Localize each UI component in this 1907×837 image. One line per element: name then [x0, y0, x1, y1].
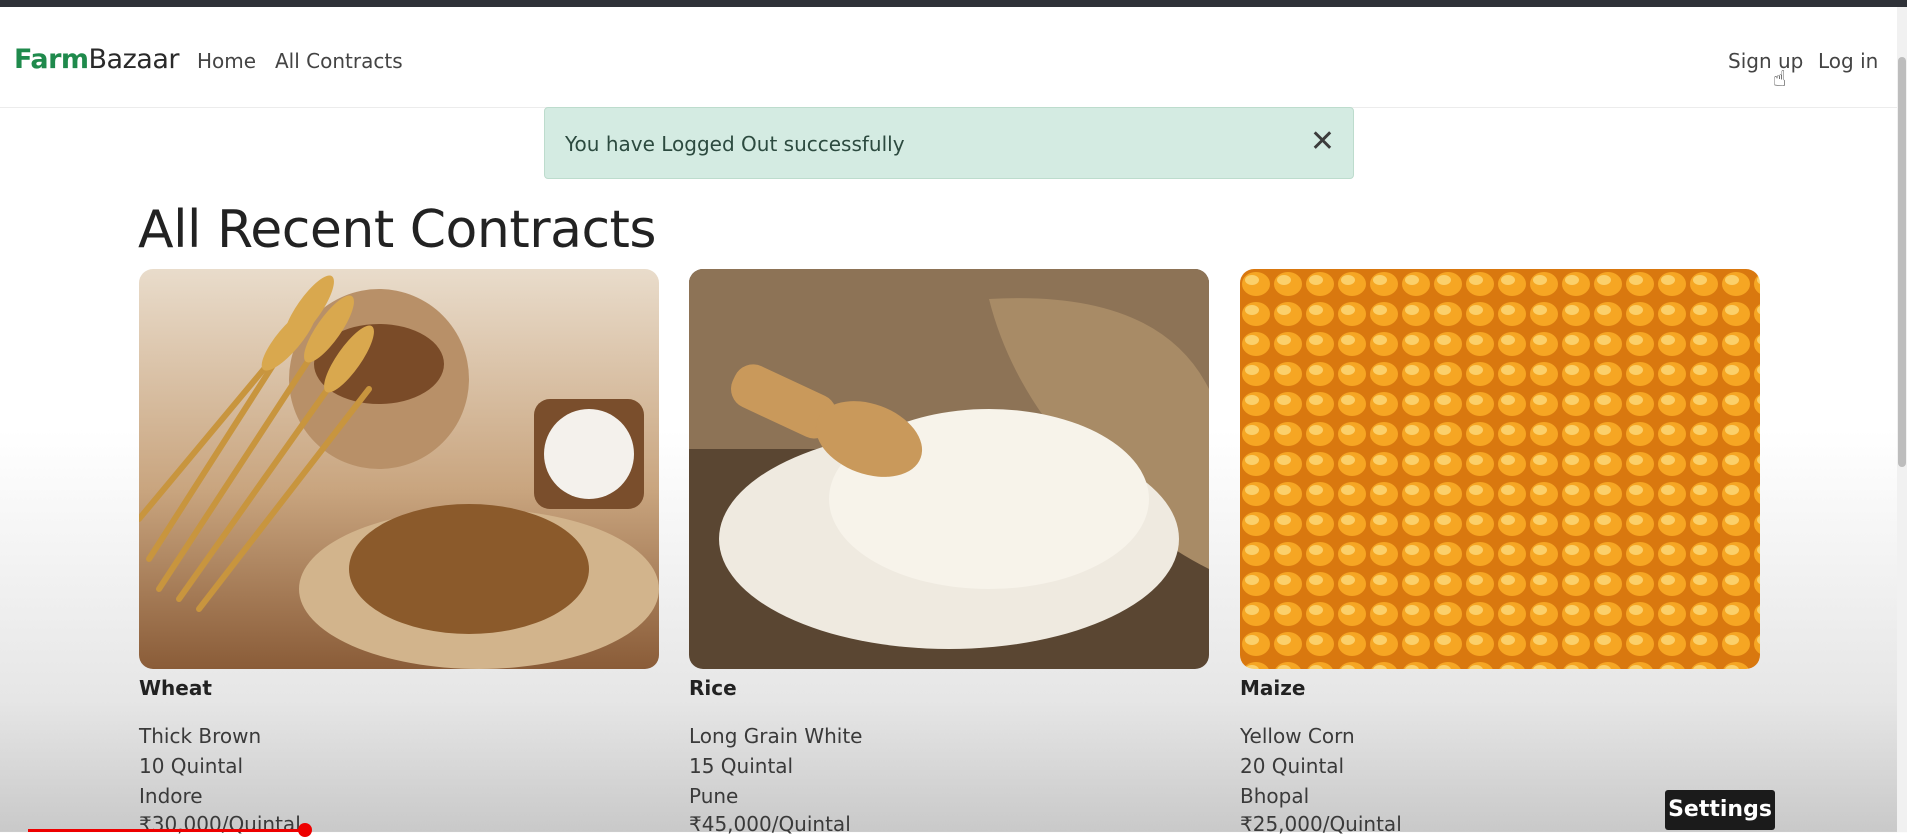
video-settings-tooltip: Settings: [1665, 790, 1775, 830]
card-title: Maize: [1240, 676, 1306, 700]
page-title: All Recent Contracts: [138, 200, 657, 260]
card-location: Pune: [689, 784, 739, 808]
contract-card-rice[interactable]: Rice Long Grain White 15 Quintal Pune ₹4…: [689, 269, 1209, 836]
card-price: ₹45,000/Quintal: [689, 812, 851, 836]
nav-all-contracts-link[interactable]: All Contracts: [275, 49, 403, 73]
card-location: Indore: [139, 784, 203, 808]
card-title: Rice: [689, 676, 737, 700]
card-price: ₹30,000/Quintal: [139, 812, 301, 836]
brand-logo-part1: Farm: [14, 44, 89, 75]
card-quantity: 15 Quintal: [689, 754, 794, 778]
hand-cursor-icon: ☝: [1773, 67, 1787, 92]
nav-signup-link[interactable]: Sign up: [1728, 49, 1803, 73]
contract-card-maize[interactable]: Maize Yellow Corn 20 Quintal Bhopal ₹25,…: [1240, 269, 1760, 836]
brand-logo-part2: Bazaar: [88, 44, 180, 75]
brand-logo[interactable]: FarmBazaar: [14, 44, 179, 75]
card-quantity: 20 Quintal: [1240, 754, 1345, 778]
wheat-grain-image: [139, 269, 659, 669]
card-price: ₹25,000/Quintal: [1240, 812, 1402, 836]
rice-grain-image: [689, 269, 1209, 669]
card-variety: Yellow Corn: [1240, 724, 1355, 748]
nav-login-link[interactable]: Log in: [1818, 49, 1878, 73]
alert-message: You have Logged Out successfully: [565, 132, 905, 156]
card-quantity: 10 Quintal: [139, 754, 244, 778]
nav-home-link[interactable]: Home: [197, 49, 256, 73]
page-scrollbar[interactable]: [1897, 7, 1907, 832]
maize-kernels-image: [1240, 269, 1760, 669]
navbar: FarmBazaar Home All Contracts Sign up Lo…: [0, 7, 1897, 108]
video-progress-handle[interactable]: [298, 823, 312, 837]
card-variety: Long Grain White: [689, 724, 863, 748]
scrollbar-thumb[interactable]: [1898, 57, 1906, 467]
contract-card-wheat[interactable]: Wheat Thick Brown 10 Quintal Indore ₹30,…: [139, 269, 659, 836]
card-title: Wheat: [139, 676, 212, 700]
card-location: Bhopal: [1240, 784, 1310, 808]
card-variety: Thick Brown: [139, 724, 262, 748]
top-edge-bar: [0, 0, 1907, 7]
close-icon[interactable]: ✕: [1310, 122, 1335, 162]
logout-success-alert: You have Logged Out successfully ✕: [544, 107, 1354, 179]
